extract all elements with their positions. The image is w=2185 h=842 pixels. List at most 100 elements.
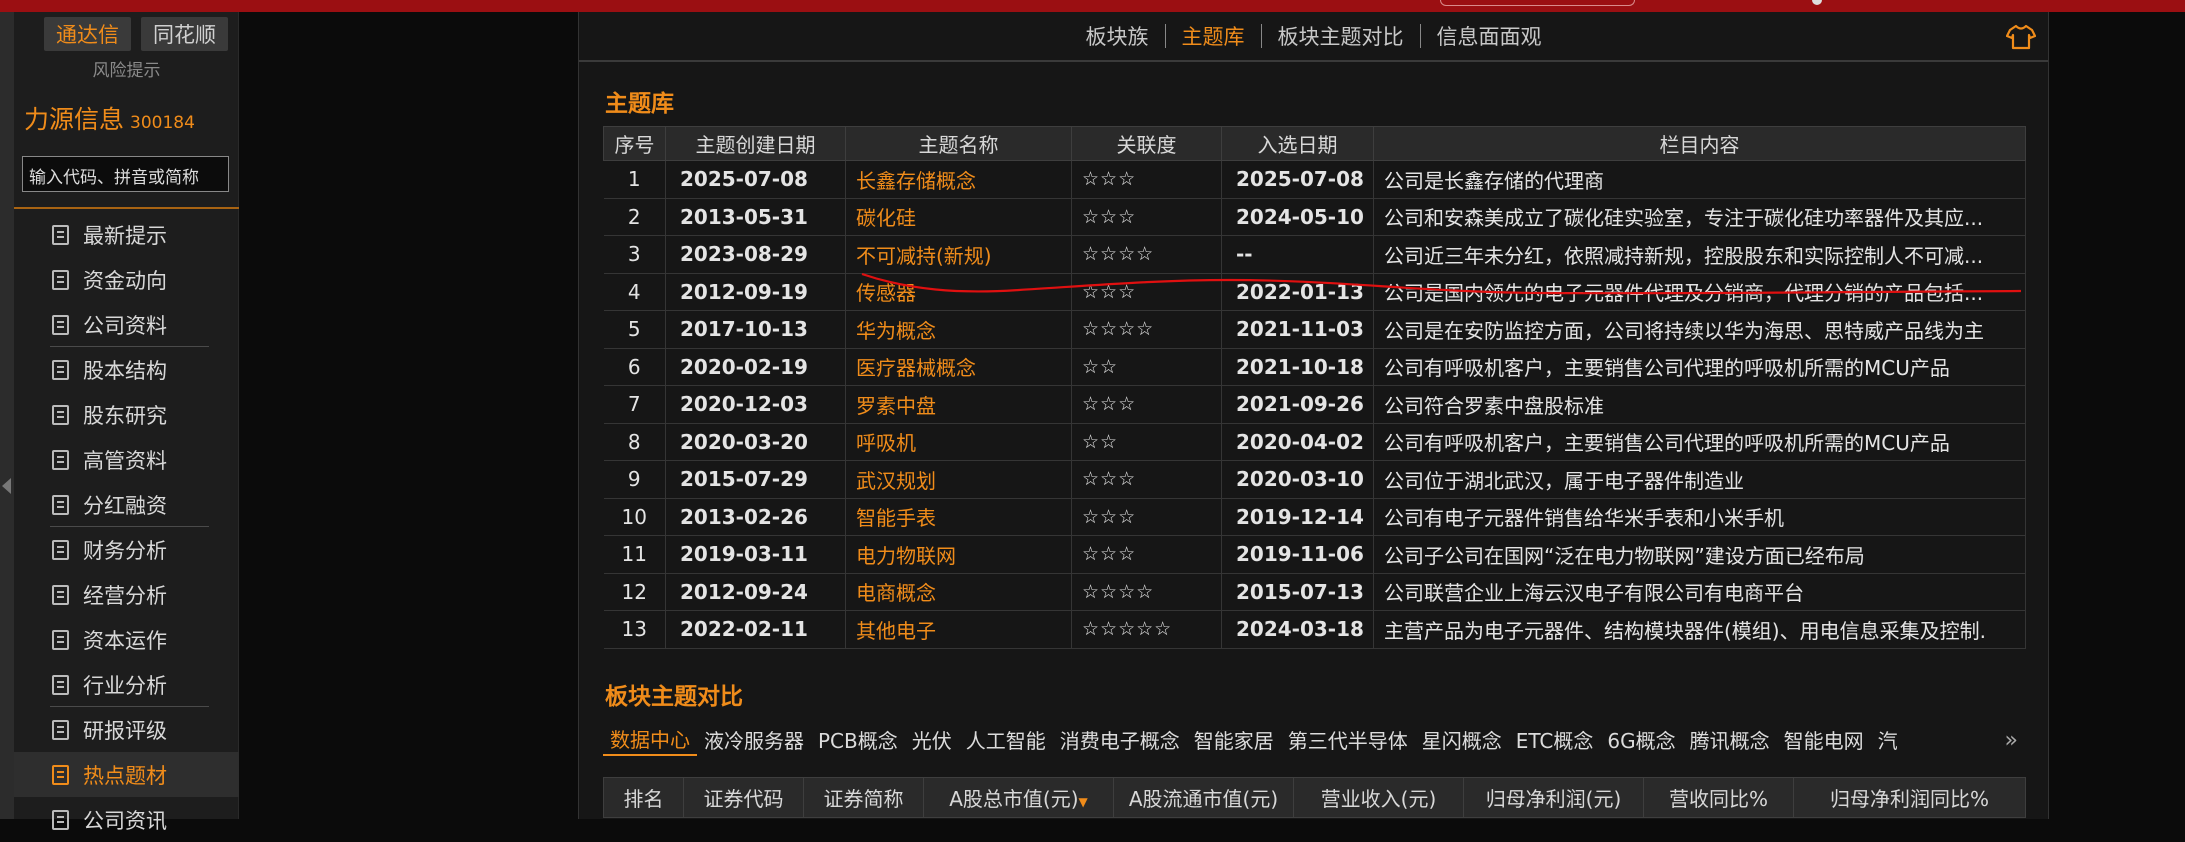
table-row[interactable]: 13 2022-02-11 其他电子 ☆☆☆☆☆ 2024-03-18 主营产品为电子元器… <box>603 610 2026 649</box>
col-created[interactable]: 主题创建日期 <box>665 126 846 161</box>
sidebar-item-research[interactable]: 研报评级 <box>14 707 239 752</box>
col-profit-yoy[interactable]: 归母净利润同比% <box>1793 777 2026 818</box>
table-row[interactable]: 12 2012-09-24 电商概念 ☆☆☆☆ 2015-07-13 公司联营企业上海云汉… <box>603 573 2026 611</box>
row-selected-date: 2021-10-18 <box>1221 348 1374 386</box>
stock-search-input[interactable]: 输入代码、拼音或简称 <box>22 156 229 192</box>
sidebar-item-financial[interactable]: 财务分析 <box>14 527 239 572</box>
nav-theme-library[interactable]: 主题库 <box>1166 21 1261 51</box>
row-theme-name[interactable]: 武汉规划 <box>845 460 1072 499</box>
col-float-mcap[interactable]: A股流通市值(元) <box>1113 777 1294 818</box>
col-code[interactable]: 证券代码 <box>683 777 804 818</box>
table-row[interactable]: 8 2020-03-20 呼吸机 ☆☆ 2020-04-02 公司有呼吸机客户，主要销售公… <box>603 423 2026 461</box>
document-icon <box>52 674 69 695</box>
sidebar-item-industry[interactable]: 行业分析 <box>14 662 239 707</box>
row-relevance-stars: ☆☆☆ <box>1071 160 1222 199</box>
sidebar-item-label: 股本结构 <box>83 358 167 383</box>
col-short-name[interactable]: 证券简称 <box>803 777 924 818</box>
sidebar-item-operations[interactable]: 经营分析 <box>14 572 239 617</box>
nav-sector-family[interactable]: 板块族 <box>1070 21 1165 51</box>
compare-tab[interactable]: PCB概念 <box>811 722 905 756</box>
company-title: 力源信息 300184 <box>24 100 195 136</box>
sidebar-item-executives[interactable]: 高管资料 <box>14 437 239 482</box>
compare-tab[interactable]: 汽 <box>1871 722 1905 756</box>
row-theme-name[interactable]: 不可减持(新规) <box>845 235 1072 274</box>
shirt-icon[interactable] <box>2006 24 2036 50</box>
sidebar-item-hot-topics[interactable]: 热点题材 <box>14 752 239 797</box>
row-theme-name[interactable]: 碳化硅 <box>845 198 1072 236</box>
row-theme-name[interactable]: 其他电子 <box>845 610 1072 649</box>
compare-tab[interactable]: 第三代半导体 <box>1281 722 1415 756</box>
row-theme-name[interactable]: 长鑫存储概念 <box>845 160 1072 199</box>
sidebar-item-capital-structure[interactable]: 股本结构 <box>14 347 239 392</box>
compare-tab[interactable]: 智能家居 <box>1187 722 1281 756</box>
sidebar-item-latest[interactable]: 最新提示 <box>14 212 239 257</box>
compare-tab[interactable]: ETC概念 <box>1509 722 1601 756</box>
collapse-arrow-icon[interactable] <box>2 478 11 494</box>
compare-title: 板块主题对比 <box>605 684 743 710</box>
col-content[interactable]: 栏目内容 <box>1373 126 2026 161</box>
row-theme-name[interactable]: 电商概念 <box>845 573 1072 611</box>
row-theme-name[interactable]: 罗素中盘 <box>845 385 1072 424</box>
top-indicator-icon <box>1812 0 1822 5</box>
sidebar-item-fund-flow[interactable]: 资金动向 <box>14 257 239 302</box>
col-net-profit[interactable]: 归母净利润(元) <box>1463 777 1644 818</box>
left-edge-panel <box>0 12 14 819</box>
tab-tdx[interactable]: 通达信 <box>44 17 131 51</box>
col-total-mcap[interactable]: A股总市值(元)▼ <box>923 777 1114 818</box>
col-selected[interactable]: 入选日期 <box>1221 126 1374 161</box>
compare-tab[interactable]: 星闪概念 <box>1415 722 1509 756</box>
row-theme-name[interactable]: 智能手表 <box>845 498 1072 536</box>
table-row[interactable]: 3 2023-08-29 不可减持(新规) ☆☆☆☆ -- 公司近三年未分红，依照减持新规… <box>603 235 2026 274</box>
table-row[interactable]: 1 2025-07-08 长鑫存储概念 ☆☆☆ 2025-07-08 公司是长鑫存储的代理… <box>603 160 2026 199</box>
table-row[interactable]: 5 2017-10-13 华为概念 ☆☆☆☆ 2021-11-03 公司是在安防监控方面，… <box>603 310 2026 349</box>
table-row[interactable]: 11 2019-03-11 电力物联网 ☆☆☆ 2019-11-06 公司子公司在国网“泛… <box>603 535 2026 574</box>
nav-sector-compare[interactable]: 板块主题对比 <box>1262 21 1420 51</box>
sidebar-item-shareholders[interactable]: 股东研究 <box>14 392 239 437</box>
sidebar-item-capital-ops[interactable]: 资本运作 <box>14 617 239 662</box>
compare-tab[interactable]: 智能电网 <box>1777 722 1871 756</box>
sort-desc-icon[interactable]: ▼ <box>1079 795 1088 809</box>
nav-info-overview[interactable]: 信息面面观 <box>1421 21 1558 51</box>
compare-tab[interactable]: 腾讯概念 <box>1683 722 1777 756</box>
col-revenue-yoy[interactable]: 营收同比% <box>1643 777 1794 818</box>
compare-tab[interactable]: 6G概念 <box>1600 722 1682 756</box>
compare-tab[interactable]: 人工智能 <box>959 722 1053 756</box>
table-row[interactable]: 4 2012-09-19 传感器 ☆☆☆ 2022-01-13 公司是国内领先的电子元器件… <box>603 273 2026 311</box>
tab-ths[interactable]: 同花顺 <box>141 17 228 51</box>
col-no[interactable]: 序号 <box>603 126 666 161</box>
sidebar-item-dividends[interactable]: 分红融资 <box>14 482 239 527</box>
row-theme-name[interactable]: 华为概念 <box>845 310 1072 349</box>
row-relevance-stars: ☆☆☆☆ <box>1071 573 1222 611</box>
compare-tab[interactable]: 光伏 <box>905 722 959 756</box>
row-created-date: 2020-03-20 <box>665 423 846 461</box>
sidebar-item-label: 最新提示 <box>83 223 167 248</box>
row-theme-name[interactable]: 医疗器械概念 <box>845 348 1072 386</box>
col-name[interactable]: 主题名称 <box>845 126 1072 161</box>
row-content: 公司有电子元器件销售给华米手表和小米手机 <box>1373 498 2026 536</box>
compare-tab[interactable]: 液冷服务器 <box>697 722 811 756</box>
table-row[interactable]: 10 2013-02-26 智能手表 ☆☆☆ 2019-12-14 公司有电子元器件销售给… <box>603 498 2026 536</box>
sidebar: 通达信 同花顺 风险提示 力源信息 300184 输入代码、拼音或简称 最新提示 … <box>14 12 239 833</box>
table-row[interactable]: 7 2020-12-03 罗素中盘 ☆☆☆ 2021-09-26 公司符合罗素中盘股标准 <box>603 385 2026 424</box>
sidebar-item-company-info[interactable]: 公司资料 <box>14 302 239 347</box>
sidebar-item-label: 公司资讯 <box>83 808 167 833</box>
col-total-mcap-label: A股总市值(元) <box>949 787 1079 811</box>
top-search-pill[interactable] <box>1440 0 1635 6</box>
col-rank[interactable]: 排名 <box>603 777 684 818</box>
table-row[interactable]: 2 2013-05-31 碳化硅 ☆☆☆ 2024-05-10 公司和安森美成立了碳化硅实… <box>603 198 2026 236</box>
sidebar-item-news[interactable]: 公司资讯 <box>14 797 239 842</box>
row-theme-name[interactable]: 电力物联网 <box>845 535 1072 574</box>
col-relevance[interactable]: 关联度 <box>1071 126 1222 161</box>
row-created-date: 2020-02-19 <box>665 348 846 386</box>
row-theme-name[interactable]: 呼吸机 <box>845 423 1072 461</box>
risk-link[interactable]: 风险提示 <box>14 56 239 81</box>
table-row[interactable]: 6 2020-02-19 医疗器械概念 ☆☆ 2021-10-18 公司有呼吸机客户，主要… <box>603 348 2026 386</box>
compare-tab[interactable]: 消费电子概念 <box>1053 722 1187 756</box>
sidebar-item-label: 财务分析 <box>83 538 167 563</box>
row-theme-name[interactable]: 传感器 <box>845 273 1072 311</box>
compare-tab[interactable]: 数据中心 <box>603 722 697 756</box>
more-tabs-icon[interactable]: » <box>2005 728 2018 753</box>
table-row[interactable]: 9 2015-07-29 武汉规划 ☆☆☆ 2020-03-10 公司位于湖北武汉，属于电… <box>603 460 2026 499</box>
row-selected-date: 2019-11-06 <box>1221 535 1374 574</box>
col-revenue[interactable]: 营业收入(元) <box>1293 777 1464 818</box>
